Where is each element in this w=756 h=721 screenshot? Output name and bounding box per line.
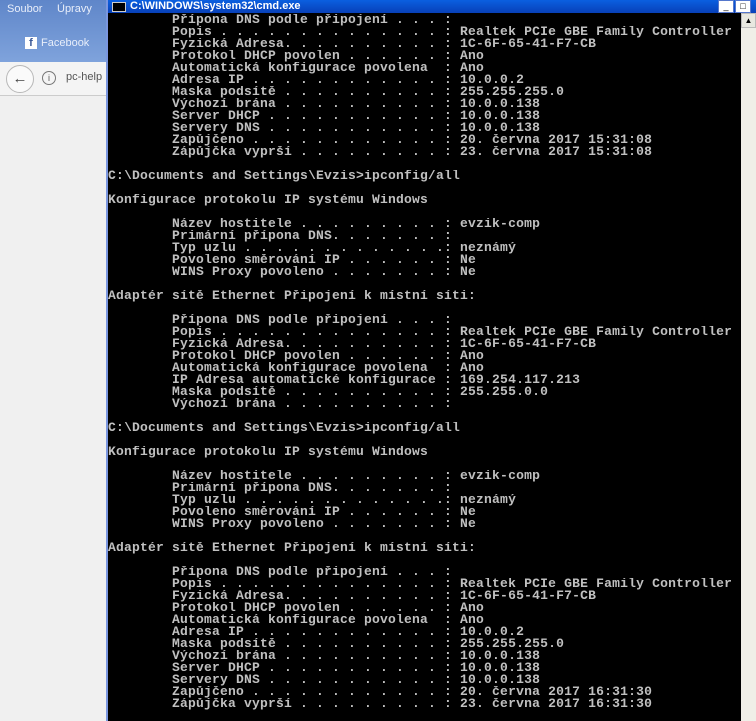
console-line: C:\Documents and Settings\Evzis>ipconfig… — [108, 422, 461, 434]
console-line: Servery DNS . . . . . . . . . . . : 10.0… — [108, 674, 541, 686]
vertical-scrollbar[interactable]: ▲ — [741, 13, 756, 721]
console-line: Adaptér sítě Ethernet Připojení k místní… — [108, 290, 477, 302]
console-line: Protokol DHCP povolen . . . . . . : Ano — [108, 602, 485, 614]
console-line: Automatická konfigurace povolena : Ano — [108, 614, 485, 626]
facebook-link[interactable]: f Facebook — [25, 37, 89, 49]
console-line: Server DHCP . . . . . . . . . . . : 10.0… — [108, 662, 541, 674]
console-line: Přípona DNS podle připojení . . . : — [108, 566, 461, 578]
console-line: Adaptér sítě Ethernet Připojení k místní… — [108, 542, 477, 554]
scroll-up-arrow-icon[interactable]: ▲ — [741, 13, 756, 28]
console-line: Maska podsítě . . . . . . . . . . : 255.… — [108, 638, 565, 650]
console-line: Fyzická Adresa. . . . . . . . . . : 1C-6… — [108, 590, 597, 602]
console-line: C:\Documents and Settings\Evzis>ipconfig… — [108, 170, 461, 182]
browser-navbar: ← i pc-help — [0, 62, 106, 96]
title-bar[interactable]: C:\WINDOWS\system32\cmd.exe _ □ — [108, 0, 756, 13]
console-line: Adresa IP . . . . . . . . . . . . : 10.0… — [108, 74, 525, 86]
console-line: Typ uzlu . . . . . . . . . . . . .: nezn… — [108, 242, 517, 254]
url-bar[interactable]: pc-help — [66, 71, 102, 83]
console-line: WINS Proxy povoleno . . . . . . . : Ne — [108, 518, 477, 530]
console-line: Typ uzlu . . . . . . . . . . . . .: nezn… — [108, 494, 517, 506]
facebook-label: Facebook — [41, 37, 90, 49]
console-line: Protokol DHCP povolen . . . . . . : Ano — [108, 50, 485, 62]
maximize-button[interactable]: □ — [735, 0, 751, 13]
console-line: Maska podsítě . . . . . . . . . . : 255.… — [108, 386, 549, 398]
console-line: Povoleno směrování IP . . . . . . : Ne — [108, 506, 477, 518]
console-line: Výchozí brána . . . . . . . . . . : 10.0… — [108, 650, 541, 662]
facebook-icon: f — [25, 37, 37, 49]
console-line: IP Adresa automatické konfigurace : 169.… — [108, 374, 581, 386]
console-line: Přípona DNS podle připojení . . . : — [108, 14, 461, 26]
console-line: Přípona DNS podle připojení . . . : — [108, 314, 461, 326]
console-line: Servery DNS . . . . . . . . . . . : 10.0… — [108, 122, 541, 134]
console-line: Výchozí brána . . . . . . . . . . : — [108, 398, 461, 410]
console-line: Popis . . . . . . . . . . . . . . : Real… — [108, 26, 733, 38]
console-line: Popis . . . . . . . . . . . . . . : Real… — [108, 326, 733, 338]
console-line: Fyzická Adresa. . . . . . . . . . : 1C-6… — [108, 338, 597, 350]
console-line: Maska podsítě . . . . . . . . . . : 255.… — [108, 86, 565, 98]
console-line: Výchozí brána . . . . . . . . . . : 10.0… — [108, 98, 541, 110]
console-line: Konfigurace protokolu IP systému Windows — [108, 194, 429, 206]
console-line: Povoleno směrování IP . . . . . . : Ne — [108, 254, 477, 266]
console-line: Automatická konfigurace povolena : Ano — [108, 362, 485, 374]
menu-soubor[interactable]: Soubor — [7, 3, 42, 15]
back-arrow-icon: ← — [12, 70, 28, 87]
console-line: Protokol DHCP povolen . . . . . . : Ano — [108, 350, 485, 362]
console-line: Primární přípona DNS. . . . . . . : — [108, 482, 461, 494]
console-line: Popis . . . . . . . . . . . . . . : Real… — [108, 578, 733, 590]
cmd-window: C:\WINDOWS\system32\cmd.exe _ □ Přípona … — [106, 0, 756, 721]
console-line: Zapůjčeno . . . . . . . . . . . . : 20. … — [108, 686, 653, 698]
console-line: Fyzická Adresa. . . . . . . . . . : 1C-6… — [108, 38, 597, 50]
console-line: Zapůjčeno . . . . . . . . . . . . : 20. … — [108, 134, 653, 146]
console-line: Automatická konfigurace povolena : Ano — [108, 62, 485, 74]
menu-upravy[interactable]: Úpravy — [57, 3, 92, 15]
console-line: Zápůjčka vyprší . . . . . . . . . : 23. … — [108, 698, 653, 710]
info-icon[interactable]: i — [42, 71, 56, 85]
back-button[interactable]: ← — [6, 65, 34, 93]
console-line: Adresa IP . . . . . . . . . . . . : 10.0… — [108, 626, 525, 638]
minimize-button[interactable]: _ — [718, 0, 734, 13]
console-output: Přípona DNS podle připojení . . . : Popi… — [108, 14, 743, 710]
console-line: WINS Proxy povoleno . . . . . . . : Ne — [108, 266, 477, 278]
console-line: Primární přípona DNS. . . . . . . : — [108, 230, 461, 242]
console-line: Server DHCP . . . . . . . . . . . : 10.0… — [108, 110, 541, 122]
console-line: Název hostitele . . . . . . . . . : evzi… — [108, 218, 541, 230]
console-line: Zápůjčka vyprší . . . . . . . . . : 23. … — [108, 146, 653, 158]
window-title: C:\WINDOWS\system32\cmd.exe — [130, 0, 301, 12]
browser-window: Soubor Úpravy f Facebook ← i pc-help — [0, 0, 106, 721]
console-line: Název hostitele . . . . . . . . . : evzi… — [108, 470, 541, 482]
cmd-icon — [112, 2, 126, 12]
console-line: Konfigurace protokolu IP systému Windows — [108, 446, 429, 458]
browser-menubar: Soubor Úpravy f Facebook — [0, 0, 106, 62]
